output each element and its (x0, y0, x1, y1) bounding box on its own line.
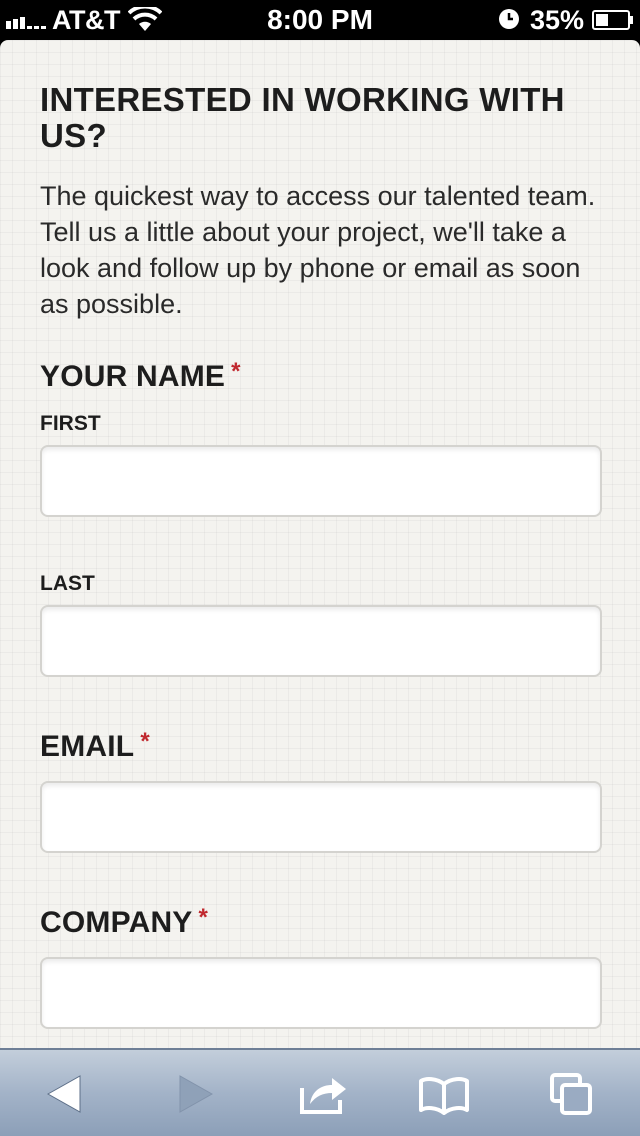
tabs-button[interactable] (544, 1070, 600, 1118)
alarm-icon (499, 9, 519, 29)
name-label: YOUR NAME * (40, 358, 241, 394)
last-name-label: LAST (40, 572, 95, 595)
first-name-label: FIRST (40, 412, 101, 435)
required-marker: * (140, 728, 150, 755)
back-arrow-icon (46, 1075, 81, 1113)
page-title: INTERESTED IN WORKING WITH US? (40, 81, 565, 154)
email-label-text: EMAIL (40, 730, 135, 763)
company-label: COMPANY * (40, 904, 209, 940)
email-input[interactable] (40, 781, 602, 853)
share-button[interactable] (296, 1070, 352, 1118)
name-label-text: YOUR NAME (40, 360, 226, 393)
email-label: EMAIL * (40, 728, 150, 764)
forward-arrow-icon (179, 1075, 214, 1113)
back-button[interactable] (38, 1070, 94, 1118)
required-marker: * (198, 904, 209, 931)
intro-text: The quickest way to access our talented … (40, 181, 596, 319)
company-label-text: COMPANY (40, 906, 193, 939)
last-name-input[interactable] (40, 605, 602, 677)
company-input[interactable] (40, 957, 602, 1029)
bookmarks-icon (419, 1077, 469, 1115)
contact-form-page: INTERESTED IN WORKING WITH US? The quick… (0, 40, 640, 1048)
browser-toolbar (0, 1048, 640, 1136)
battery-icon (592, 10, 633, 30)
first-name-input[interactable] (40, 445, 602, 517)
tabs-icon (550, 1073, 592, 1115)
battery-percentage: 35% (530, 5, 585, 35)
status-bar: AT&T 8:00 PM 35% (0, 0, 640, 40)
share-icon (300, 1078, 346, 1114)
forward-button[interactable] (166, 1070, 222, 1118)
bookmarks-button[interactable] (416, 1070, 472, 1118)
required-marker: * (231, 358, 241, 385)
